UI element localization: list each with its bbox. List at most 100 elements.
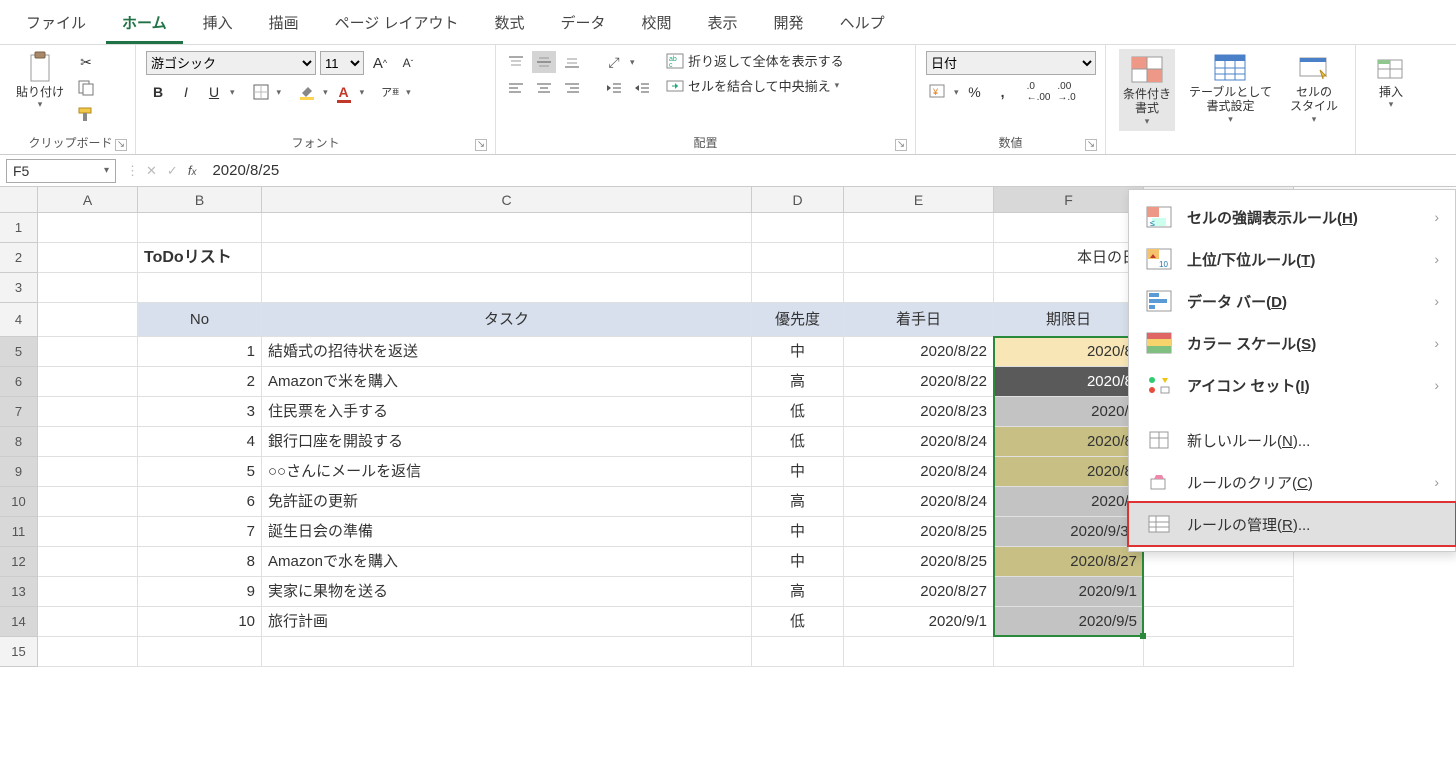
name-box[interactable]: F5 ▾ xyxy=(6,159,116,183)
cell[interactable] xyxy=(38,637,138,667)
tab-ページ レイアウト[interactable]: ページ レイアウト xyxy=(319,4,475,44)
cell-due[interactable]: 2020/8/ xyxy=(994,367,1144,397)
row-header-11[interactable]: 11 xyxy=(0,517,38,547)
row-header-9[interactable]: 9 xyxy=(0,457,38,487)
cell-due[interactable]: 2020/9 xyxy=(994,487,1144,517)
th-task[interactable]: タスク xyxy=(262,303,752,337)
th-start[interactable]: 着手日 xyxy=(844,303,994,337)
cell[interactable] xyxy=(262,273,752,303)
cell-task[interactable]: Amazonで米を購入 xyxy=(262,367,752,397)
th-no[interactable]: No xyxy=(138,303,262,337)
cell-start[interactable]: 2020/8/27 xyxy=(844,577,994,607)
row-header-5[interactable]: 5 xyxy=(0,337,38,367)
cell[interactable] xyxy=(138,213,262,243)
cell-start[interactable]: 2020/8/25 xyxy=(844,517,994,547)
cell[interactable] xyxy=(844,637,994,667)
indent-dec-button[interactable] xyxy=(602,77,626,99)
cell[interactable] xyxy=(1144,607,1294,637)
row-header-6[interactable]: 6 xyxy=(0,367,38,397)
cell[interactable] xyxy=(994,273,1144,303)
italic-button[interactable]: I xyxy=(174,81,198,103)
cell-task[interactable]: 住民票を入手する xyxy=(262,397,752,427)
cell-task[interactable]: 旅行計画 xyxy=(262,607,752,637)
cell[interactable] xyxy=(752,213,844,243)
row-header-8[interactable]: 8 xyxy=(0,427,38,457)
cell-no[interactable]: 6 xyxy=(138,487,262,517)
cell-due[interactable]: 2020/8/27 xyxy=(994,547,1144,577)
cell-no[interactable]: 8 xyxy=(138,547,262,577)
fill-color-button[interactable] xyxy=(295,81,319,103)
tab-ヘルプ[interactable]: ヘルプ xyxy=(824,4,901,44)
cell[interactable] xyxy=(994,213,1144,243)
cell-task[interactable]: Amazonで水を購入 xyxy=(262,547,752,577)
tab-ホーム[interactable]: ホーム xyxy=(106,4,183,44)
cell-start[interactable]: 2020/8/25 xyxy=(844,547,994,577)
cell-no[interactable]: 9 xyxy=(138,577,262,607)
cell-due[interactable]: 2020/9/30 xyxy=(994,517,1144,547)
cf-menu-colorscale[interactable]: カラー スケール(S)› xyxy=(1129,322,1455,364)
cell[interactable] xyxy=(38,397,138,427)
cell-due[interactable]: 2020/9 xyxy=(994,397,1144,427)
title-cell[interactable]: ToDoリスト xyxy=(138,243,262,273)
cell-start[interactable]: 2020/8/24 xyxy=(844,487,994,517)
th-due[interactable]: 期限日 xyxy=(994,303,1144,337)
cell-start[interactable]: 2020/8/22 xyxy=(844,337,994,367)
cell-task[interactable]: 誕生日会の準備 xyxy=(262,517,752,547)
cell[interactable] xyxy=(38,487,138,517)
font-launcher[interactable]: ↘ xyxy=(475,139,487,151)
align-launcher[interactable]: ↘ xyxy=(895,139,907,151)
cell-due[interactable]: 2020/8/ xyxy=(994,427,1144,457)
cell-start[interactable]: 2020/8/23 xyxy=(844,397,994,427)
cell-pri[interactable]: 低 xyxy=(752,397,844,427)
number-format-select[interactable]: 日付 xyxy=(926,51,1096,75)
row-header-4[interactable]: 4 xyxy=(0,303,38,337)
accept-formula-button[interactable]: ✓ xyxy=(167,163,178,179)
cell[interactable] xyxy=(38,273,138,303)
row-header-13[interactable]: 13 xyxy=(0,577,38,607)
row-header-7[interactable]: 7 xyxy=(0,397,38,427)
tab-データ[interactable]: データ xyxy=(545,4,622,44)
cell-pri[interactable]: 高 xyxy=(752,367,844,397)
font-size-select[interactable]: 11 xyxy=(320,51,364,75)
cf-menu-manage[interactable]: ルールの管理(R)... xyxy=(1129,503,1455,545)
cell[interactable] xyxy=(752,637,844,667)
cf-menu-iconset[interactable]: アイコン セット(I)› xyxy=(1129,364,1455,406)
cell-task[interactable]: 銀行口座を開設する xyxy=(262,427,752,457)
formula-input[interactable]: 2020/8/25 xyxy=(206,162,1450,179)
cell[interactable] xyxy=(38,213,138,243)
cell-task[interactable]: 免許証の更新 xyxy=(262,487,752,517)
paste-button[interactable]: 貼り付け ▾ xyxy=(12,49,68,112)
cut-button[interactable]: ✂ xyxy=(74,51,98,73)
comma-button[interactable]: , xyxy=(991,81,1015,103)
col-header-A[interactable]: A xyxy=(38,187,138,213)
cell[interactable] xyxy=(38,607,138,637)
cell[interactable] xyxy=(38,577,138,607)
align-top-button[interactable] xyxy=(504,51,528,73)
tab-開発[interactable]: 開発 xyxy=(758,4,820,44)
cell-start[interactable]: 2020/8/22 xyxy=(844,367,994,397)
cell[interactable] xyxy=(262,637,752,667)
col-header-B[interactable]: B xyxy=(138,187,262,213)
col-header-C[interactable]: C xyxy=(262,187,752,213)
format-painter-button[interactable] xyxy=(74,103,98,125)
cell-no[interactable]: 10 xyxy=(138,607,262,637)
select-all-corner[interactable] xyxy=(0,187,38,213)
tab-校閲[interactable]: 校閲 xyxy=(626,4,688,44)
cell[interactable] xyxy=(38,243,138,273)
cell[interactable] xyxy=(262,213,752,243)
cell[interactable] xyxy=(38,427,138,457)
border-button[interactable] xyxy=(249,81,273,103)
th-pri[interactable]: 優先度 xyxy=(752,303,844,337)
cell[interactable] xyxy=(844,273,994,303)
cell-pri[interactable]: 中 xyxy=(752,337,844,367)
clipboard-launcher[interactable]: ↘ xyxy=(115,139,127,151)
cell-no[interactable]: 3 xyxy=(138,397,262,427)
cell-due[interactable]: 2020/9/5 xyxy=(994,607,1144,637)
dec-decimal-button[interactable]: .00→.0 xyxy=(1055,81,1079,103)
tab-数式[interactable]: 数式 xyxy=(478,4,540,44)
currency-button[interactable]: ¥ xyxy=(926,81,950,103)
align-center-button[interactable] xyxy=(532,77,556,99)
merge-center-button[interactable]: セルを結合して中央揃え ▾ xyxy=(666,76,844,95)
phonetic-button[interactable]: ア亜 xyxy=(378,81,402,103)
cell-start[interactable]: 2020/8/24 xyxy=(844,457,994,487)
